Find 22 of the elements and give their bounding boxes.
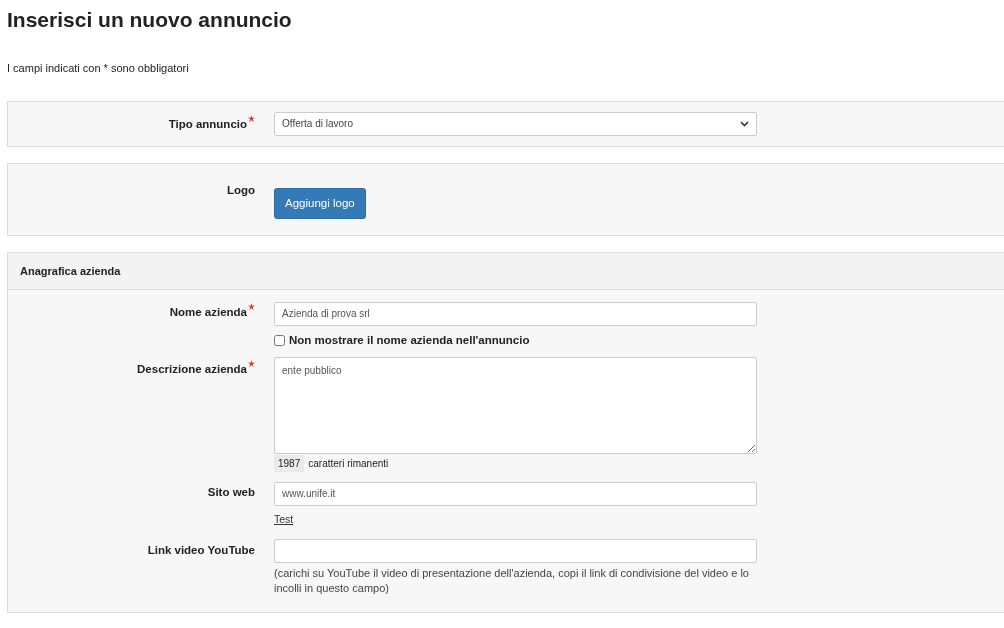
textarea-field[interactable]: ente pubblico — [274, 357, 757, 454]
text-field[interactable]: www.unife.it — [274, 481, 757, 506]
text-field[interactable]: Azienda di prova srl — [274, 301, 757, 326]
field-label: Nome azienda — [169, 305, 247, 321]
select-field[interactable]: Offerta di lavoro — [274, 111, 757, 136]
section-heading: Anagrafica azienda — [8, 252, 1004, 291]
field-label: Tipo annuncio — [168, 116, 247, 132]
checkbox[interactable] — [274, 334, 285, 346]
character-count: 1987 — [274, 455, 305, 472]
test-link[interactable]: Test — [274, 511, 294, 528]
add-logo-button[interactable]: Aggiungi logo — [274, 187, 366, 219]
chevron-down-icon — [740, 120, 749, 127]
counter-label: caratteri rimanenti — [307, 457, 389, 471]
field-label: Descrizione azienda — [137, 362, 247, 377]
field-label: Sito web — [207, 485, 255, 500]
required-note: I campi indicati con * sono obbligatori — [7, 61, 190, 76]
checkbox-label[interactable]: Non mostrare il nome azienda nell'annuncio — [289, 331, 530, 349]
page-title: Inserisci un nuovo annuncio — [7, 7, 293, 33]
field-label: Link video YouTube — [147, 542, 255, 558]
field-label: Logo — [226, 182, 255, 198]
text-field[interactable] — [274, 539, 757, 563]
help-text: (carichi su YouTube il video di presentazione dell'azienda, copi il link di condivisione del video e lo incolli in questo campo) — [274, 566, 750, 596]
